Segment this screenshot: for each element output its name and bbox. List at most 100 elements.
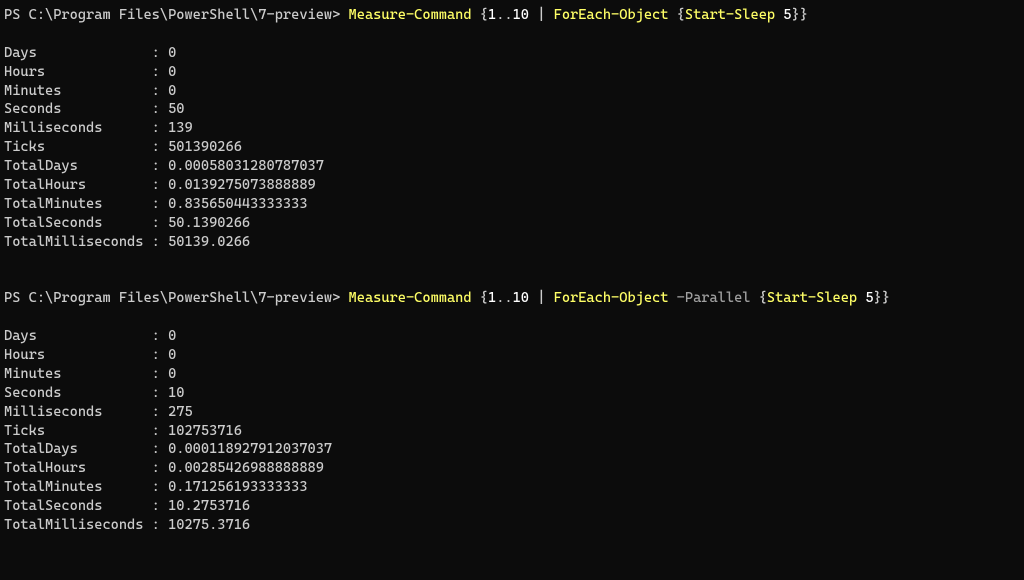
cmd-token: Start-Sleep <box>685 7 775 23</box>
prompt-prefix: PS <box>4 290 29 306</box>
output-value: 0.00058031280787037 <box>160 158 324 174</box>
blank-line <box>4 252 1020 271</box>
output-value: 102753716 <box>160 423 242 439</box>
cmd-token <box>668 290 676 306</box>
output-value: 0.00285426988888889 <box>160 460 324 476</box>
cmd-token: { <box>750 290 766 306</box>
terminal-output[interactable]: PS C:\Program Files\PowerShell\7-preview… <box>0 0 1024 541</box>
output-colon: : <box>152 347 160 363</box>
output-colon: : <box>152 215 160 231</box>
output-colon: : <box>152 385 160 401</box>
output-value: 0 <box>160 328 176 344</box>
cmd-token: 5 <box>775 7 791 23</box>
output-value: 501390266 <box>160 139 242 155</box>
cmd-token: 10 <box>513 290 529 306</box>
output-label: Hours <box>4 347 152 363</box>
prompt-line: PS C:\Program Files\PowerShell\7-preview… <box>4 6 1020 25</box>
cmd-token: Measure-Command <box>349 7 472 23</box>
output-row: Ticks : 102753716 <box>4 422 1020 441</box>
cmd-token: }} <box>792 7 808 23</box>
output-label: Days <box>4 328 152 344</box>
output-value: 0.0139275073888889 <box>160 177 316 193</box>
output-colon: : <box>152 460 160 476</box>
prompt-caret: > <box>332 290 348 306</box>
output-row: TotalHours : 0.0139275073888889 <box>4 176 1020 195</box>
output-label: Milliseconds <box>4 404 152 420</box>
output-value: 10.2753716 <box>160 498 250 514</box>
blank-line <box>4 25 1020 44</box>
cmd-token: { <box>472 7 488 23</box>
cmd-token: .. <box>496 290 512 306</box>
output-row: TotalMilliseconds : 10275.3716 <box>4 516 1020 535</box>
command-input[interactable]: Measure-Command {1..10 | ForEach-Object … <box>349 290 890 306</box>
output-value: 50.1390266 <box>160 215 250 231</box>
output-label: Seconds <box>4 385 152 401</box>
output-value: 10275.3716 <box>160 517 250 533</box>
output-row: Minutes : 0 <box>4 365 1020 384</box>
cmd-token: 1 <box>488 7 496 23</box>
output-colon: : <box>152 101 160 117</box>
output-value: 0 <box>160 366 176 382</box>
output-value: 0.171256193333333 <box>160 479 308 495</box>
output-value: 10 <box>160 385 185 401</box>
prompt-caret: > <box>332 7 348 23</box>
output-label: Days <box>4 45 152 61</box>
output-label: TotalMinutes <box>4 479 152 495</box>
blank-line <box>4 270 1020 289</box>
output-row: TotalSeconds : 50.1390266 <box>4 214 1020 233</box>
output-label: TotalSeconds <box>4 215 152 231</box>
cmd-token: -Parallel <box>677 290 751 306</box>
output-label: Ticks <box>4 139 152 155</box>
output-value: 0.000118927912037037 <box>160 441 332 457</box>
output-label: Milliseconds <box>4 120 152 136</box>
output-row: TotalHours : 0.00285426988888889 <box>4 459 1020 478</box>
prompt-path: C:\Program Files\PowerShell\7-preview <box>29 290 333 306</box>
output-colon: : <box>152 517 160 533</box>
output-row: Hours : 0 <box>4 63 1020 82</box>
output-row: Milliseconds : 139 <box>4 119 1020 138</box>
output-colon: : <box>152 498 160 514</box>
output-colon: : <box>152 479 160 495</box>
output-colon: : <box>152 328 160 344</box>
output-value: 0 <box>160 83 176 99</box>
output-colon: : <box>152 83 160 99</box>
cmd-token: 5 <box>857 290 873 306</box>
command-input[interactable]: Measure-Command {1..10 | ForEach-Object … <box>349 7 808 23</box>
output-label: Minutes <box>4 83 152 99</box>
cmd-token: ForEach-Object <box>554 7 669 23</box>
output-row: TotalMinutes : 0.835650443333333 <box>4 195 1020 214</box>
output-row: Seconds : 50 <box>4 100 1020 119</box>
output-value: 0 <box>160 347 176 363</box>
output-label: TotalSeconds <box>4 498 152 514</box>
cmd-token: Start-Sleep <box>767 290 857 306</box>
output-value: 0 <box>160 45 176 61</box>
output-label: TotalHours <box>4 460 152 476</box>
output-label: Hours <box>4 64 152 80</box>
output-colon: : <box>152 234 160 250</box>
output-colon: : <box>152 45 160 61</box>
output-label: TotalMilliseconds <box>4 234 152 250</box>
output-value: 50 <box>160 101 185 117</box>
output-colon: : <box>152 404 160 420</box>
output-row: Hours : 0 <box>4 346 1020 365</box>
cmd-token: .. <box>496 7 512 23</box>
cmd-token: 1 <box>488 290 496 306</box>
output-label: TotalHours <box>4 177 152 193</box>
output-label: Ticks <box>4 423 152 439</box>
cmd-token: }} <box>874 290 890 306</box>
prompt-line: PS C:\Program Files\PowerShell\7-preview… <box>4 289 1020 308</box>
output-colon: : <box>152 120 160 136</box>
output-value: 275 <box>160 404 193 420</box>
output-colon: : <box>152 196 160 212</box>
cmd-token: | <box>529 290 554 306</box>
output-value: 0.835650443333333 <box>160 196 308 212</box>
output-row: Days : 0 <box>4 44 1020 63</box>
cmd-token: ForEach-Object <box>554 290 669 306</box>
output-colon: : <box>152 64 160 80</box>
cmd-token: { <box>472 290 488 306</box>
output-row: Days : 0 <box>4 327 1020 346</box>
output-row: TotalMilliseconds : 50139.0266 <box>4 233 1020 252</box>
output-label: Minutes <box>4 366 152 382</box>
output-row: Minutes : 0 <box>4 82 1020 101</box>
prompt-path: C:\Program Files\PowerShell\7-preview <box>29 7 333 23</box>
